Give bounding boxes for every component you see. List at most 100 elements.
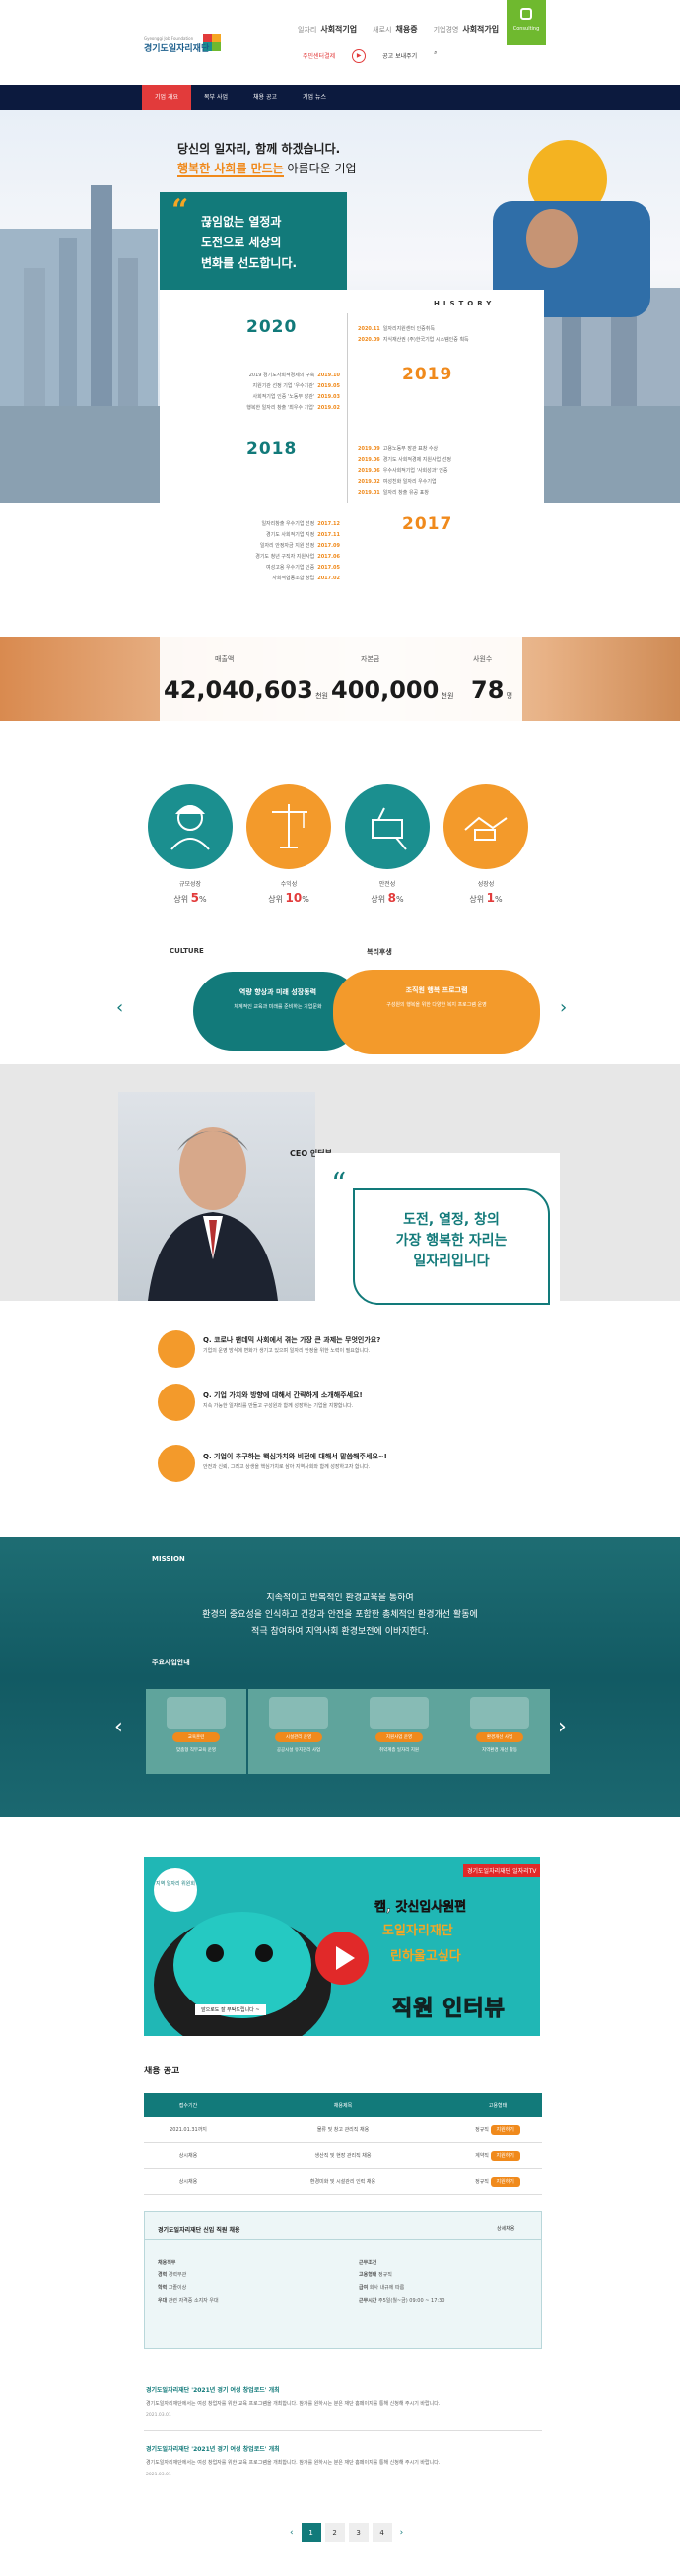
apply-button[interactable]: 지원하기 [490, 2150, 520, 2161]
table-row[interactable]: 상시채용 생산직 및 현장 관리직 채용 계약직 지원하기 [144, 2142, 542, 2169]
table-row[interactable]: 2021.01.31까지 물류 및 창고 관리직 채용 정규직 지원하기 [144, 2117, 542, 2143]
support-icon [370, 1697, 429, 1729]
tools-icon [345, 784, 430, 869]
video-line2: 도일자리재단 [382, 1924, 453, 1938]
play-icon[interactable]: ▶ [352, 49, 367, 63]
carousel-next-icon[interactable]: › [560, 997, 567, 1018]
search-icon[interactable]: ⌕ [434, 49, 437, 63]
history-label: HISTORY [434, 300, 496, 307]
job-left-info: 채용직무 경력 경력무관 학력 고졸이상 우대 관련 자격증 소지자 우대 [158, 2260, 219, 2304]
play-button-icon[interactable] [315, 1932, 369, 1985]
job-more-link[interactable]: 상세채용 [497, 2225, 514, 2232]
facility-icon [269, 1697, 328, 1729]
sub-link-1[interactable]: 주민센터결제 [298, 49, 340, 63]
hero-quote-box: “ 끊임없는 열정과 도전으로 세상의 변화를 선도합니다. [160, 192, 347, 303]
stat-capital-value: 400,000 천원 [331, 676, 454, 704]
job-right-info: 근무조건 고용형태 정규직 급여 회사 내규에 따름 근무시간 주5일(월~금)… [359, 2260, 445, 2304]
site-header [0, 0, 680, 83]
sub-link-2[interactable]: 공고 보내주기 [377, 49, 422, 63]
welfare-card-title: 조직원 행복 프로그램 [405, 986, 468, 994]
top-links: 일자리 사회적기업 새로시 채용증 기업경영 사회적가입 [298, 24, 499, 34]
consulting-button[interactable]: Consulting [507, 0, 546, 45]
growth-label: 안전성 [378, 881, 396, 888]
news-item[interactable]: 경기도일자리재단 '2021년 경기 여성 창업로드' 개최 경기도일자리재단에… [146, 2444, 542, 2477]
news-title[interactable]: 경기도일자리재단 '2021년 경기 여성 창업로드' 개최 [146, 2385, 542, 2394]
welfare-label: 복리후생 [367, 948, 392, 956]
history-item: 2019 경기도사회적경제의 구축 2019.10 [248, 373, 340, 378]
nav-items: 기업 개요 복부 사업 채용 공고 기업 뉴스 [142, 85, 339, 110]
qa-answer: 지속 가능한 일자리를 만들고 구성원과 함께 성장하는 기업을 지향합니다. [203, 1403, 354, 1409]
logo[interactable]: Gyeonggi Job Foundation 경기도일자리재단 [144, 32, 221, 57]
biz-card[interactable]: 시설관리 운영 공공시설 유지관리 사업 [248, 1689, 349, 1774]
growth-label: 수익성 [280, 881, 298, 888]
biz-card[interactable]: 교육훈련 맞춤형 직무교육 운영 [146, 1689, 246, 1774]
apply-button[interactable]: 지원하기 [490, 2125, 520, 2135]
news-item[interactable]: 경기도일자리재단 '2021년 경기 여성 창업로드' 개최 경기도일자리재단에… [146, 2385, 542, 2418]
history-item: 사회적협동조합 창립 2017.02 [272, 576, 340, 581]
biz-label: 주요사업안내 [152, 1659, 190, 1666]
table-row[interactable]: 상시채용 환경미화 및 시설관리 인력 채용 정규직 지원하기 [144, 2168, 542, 2195]
prev-page-icon[interactable]: ‹ [286, 2528, 298, 2538]
consult-icon [520, 8, 532, 20]
year-2017: 2017 [402, 514, 453, 534]
nav-item-business[interactable]: 복부 사업 [191, 85, 240, 110]
page-1[interactable]: 1 [301, 2523, 321, 2542]
top-link-2[interactable]: 새로시 채용증 [373, 24, 417, 34]
stat-revenue: 매출액 [215, 655, 235, 663]
year-2018: 2018 [246, 440, 298, 459]
recruit-table: 접수기간 채용제목 고용형태 2021.01.31까지 물류 및 창고 관리직 채… [144, 2093, 542, 2195]
biz-prev-icon[interactable]: ‹ [114, 1715, 123, 1739]
history-item: 행복한 일자리 창출 '최우수 기업' 2019.02 [246, 405, 340, 411]
mission-text: 지속적이고 반복적인 환경교육을 통하여 환경의 중요성을 인식하고 건강과 안전… [202, 1593, 478, 1637]
nav-item-news[interactable]: 기업 뉴스 [290, 85, 339, 110]
divider [144, 2430, 542, 2431]
biz-card[interactable]: 환경개선 사업 지역환경 개선 활동 [449, 1689, 550, 1774]
next-page-icon[interactable]: › [396, 2528, 408, 2538]
growth-label: 성장성 [477, 881, 495, 888]
stat-revenue-value: 42,040,603 천원 [164, 676, 328, 704]
news-title[interactable]: 경기도일자리재단 '2021년 경기 여성 창업로드' 개최 [146, 2444, 542, 2453]
page-3[interactable]: 3 [348, 2523, 369, 2542]
history-item: 2019.02 여성친화 일자리 우수기업 [358, 479, 437, 485]
quote-mark: “ [171, 193, 189, 228]
mission-section [0, 1537, 680, 1817]
history-item: 2019.09 고용노동부 장관 표창 수상 [358, 446, 439, 452]
video-main-title: 직원 인터뷰 [392, 1997, 506, 2022]
history-item: 사회적기업 인증 '노동부 장관' 2019.03 [252, 394, 341, 400]
apply-button[interactable]: 지원하기 [490, 2176, 520, 2187]
video-sign: 앞으로도 잘 부탁드립니다 ~ [195, 2004, 266, 2015]
nav-item-overview[interactable]: 기업 개요 [142, 85, 191, 110]
growth-value: 상위 8% [371, 891, 404, 905]
year-2020: 2020 [246, 317, 298, 337]
top-link-3[interactable]: 기업경영 사회적가입 [434, 24, 500, 34]
stat-capital: 자본금 [361, 655, 380, 663]
history-item: 일자리 안정자금 지원 선정 2017.09 [259, 543, 340, 549]
biz-next-icon[interactable]: › [558, 1715, 567, 1739]
quote-line: 도전으로 세상의 [201, 236, 282, 249]
hero-title: 당신의 일자리, 함께 하겠습니다. [177, 142, 341, 156]
divider [144, 2239, 542, 2240]
top-link-1[interactable]: 일자리 사회적기업 [298, 24, 357, 34]
worker-icon [148, 784, 233, 869]
news-date: 2021.03.01 [146, 2473, 171, 2477]
history-item: 경기도 사회적기업 지정 2017.11 [266, 532, 340, 538]
stat-staff: 사원수 [473, 655, 493, 663]
qa-answer: 안전과 신뢰, 그리고 상생을 핵심가치로 삼아 지역사회와 함께 성장하고자 … [203, 1464, 371, 1470]
nav-item-recruit[interactable]: 채용 공고 [240, 85, 290, 110]
biz-card[interactable]: 지원사업 운영 취약계층 일자리 지원 [349, 1689, 449, 1774]
svg-text:경기도일자리재단: 경기도일자리재단 [144, 42, 210, 54]
history-item: 2020.09 지식재산권 (주)한국기업 시스템인증 획득 [358, 337, 469, 343]
quote-line: 끊임없는 열정과 [201, 215, 282, 229]
handshake-icon [443, 784, 528, 869]
qa-question: Q. 코로나 팬데믹 사회에서 겪는 가장 큰 과제는 무엇인가요? [203, 1336, 381, 1344]
history-item: 2019.06 경기도 사회적경제 지원사업 선정 [358, 457, 451, 463]
growth-label: 규모성장 [178, 881, 202, 888]
qa-answer: 기업의 운영 방식에 변화가 생기고 있으며 일자리 안정을 위한 노력이 필요… [203, 1348, 371, 1354]
carousel-prev-icon[interactable]: ‹ [116, 997, 123, 1018]
svg-text:Gyeonggi Job Foundation: Gyeonggi Job Foundation [144, 36, 194, 41]
page-4[interactable]: 4 [372, 2523, 392, 2542]
qa-question: Q. 기업 가치와 방향에 대해서 간략하게 소개해주세요! [203, 1391, 363, 1399]
page-2[interactable]: 2 [324, 2523, 345, 2542]
history-item: 여성고용 우수기업 인증 2017.05 [266, 565, 340, 571]
news-text: 경기도일자리재단에서는 여성 창업자를 위한 교육 프로그램을 개최합니다. 참… [146, 2460, 441, 2466]
